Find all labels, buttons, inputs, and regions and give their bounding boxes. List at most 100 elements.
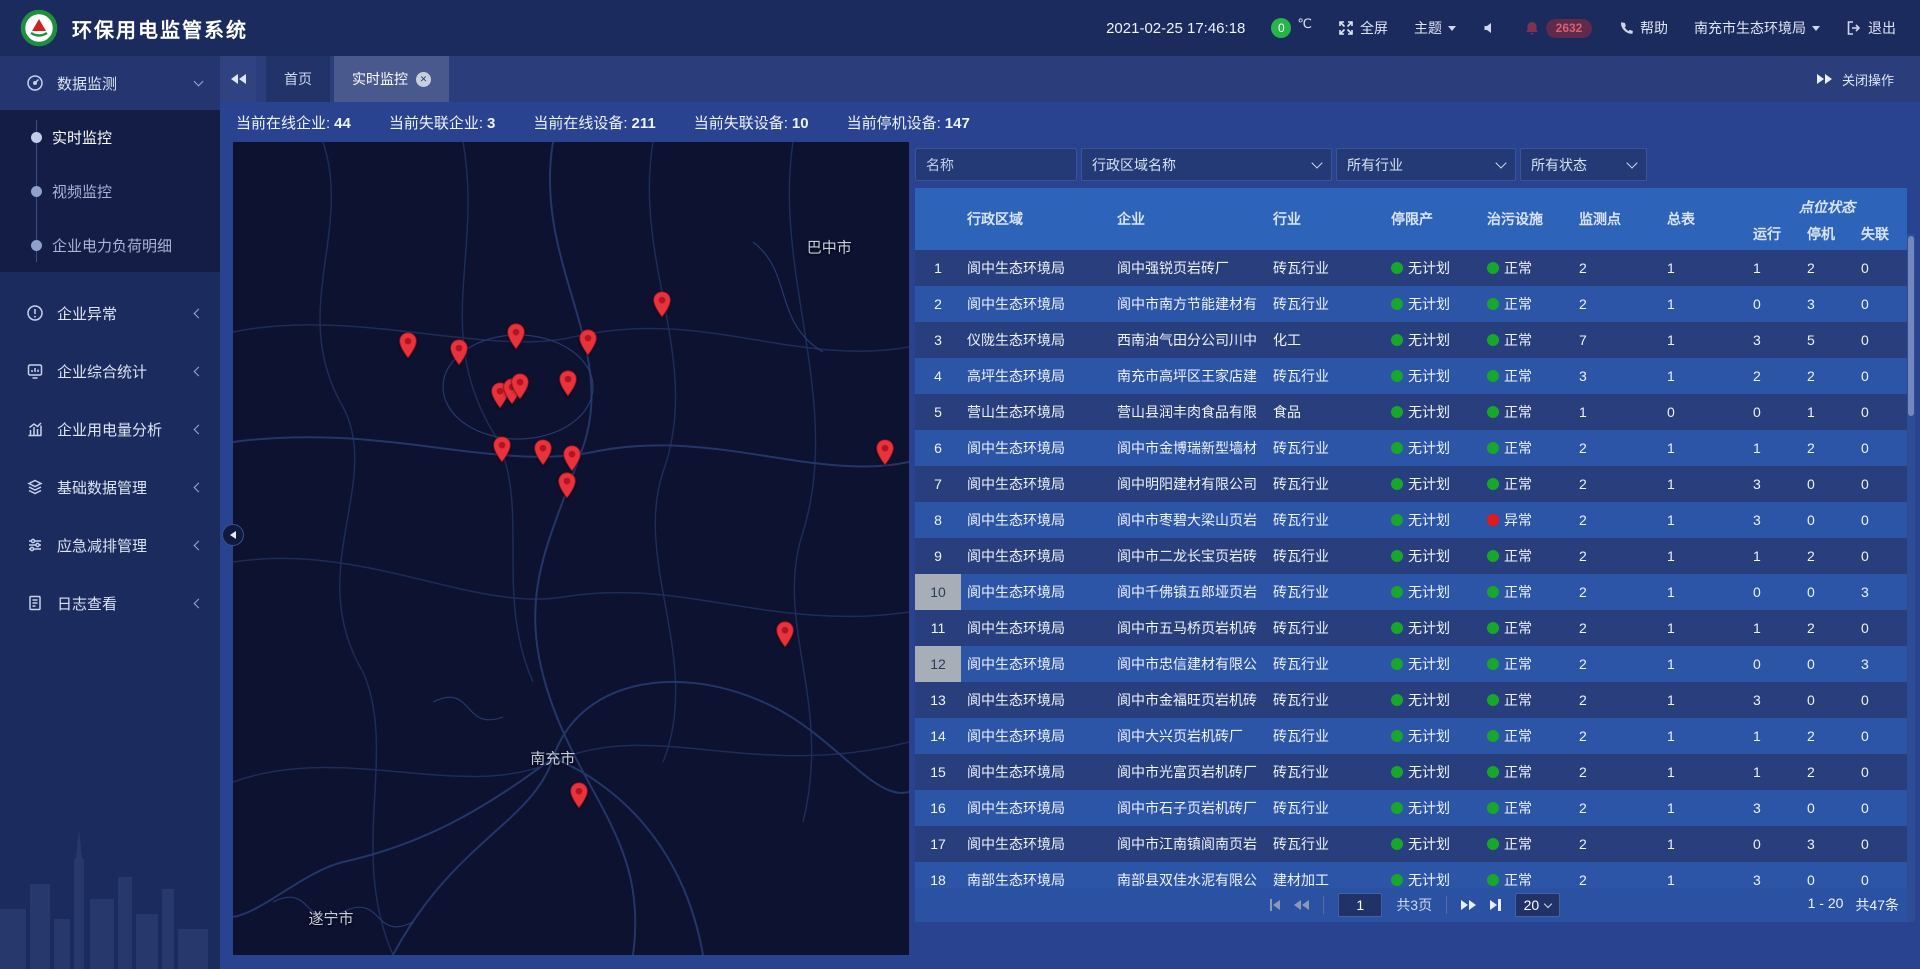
table-row[interactable]: 1 阆中生态环境局 阆中强锐页岩砖厂 砖瓦行业 无计划 正常 2 1 1 2 0 <box>915 250 1907 286</box>
table-header: 行政区域 企业 行业 停限产 治污设施 监测点 总表 点位状态 运行 停机 失联 <box>915 188 1907 250</box>
logout-icon <box>1846 20 1862 36</box>
cell-total-meters: 1 <box>1661 620 1747 636</box>
chevron-left-icon <box>194 482 204 492</box>
cell-limit-status: 无计划 <box>1385 330 1481 350</box>
map-pin[interactable] <box>562 445 581 472</box>
tab-realtime-monitoring[interactable]: 实时监控 ✕ <box>334 56 449 102</box>
tab-scroll-right-button[interactable] <box>1817 74 1832 84</box>
status-filter-select[interactable]: 所有状态 <box>1520 148 1647 181</box>
table-row[interactable]: 7 阆中生态环境局 阆中明阳建材有限公司 砖瓦行业 无计划 正常 2 1 3 0… <box>915 466 1907 502</box>
table-row[interactable]: 18 南部生态环境局 南部县双佳水泥有限公 建材加工 无计划 正常 2 1 3 … <box>915 862 1907 888</box>
previous-page-button[interactable] <box>1294 900 1309 910</box>
cell-region: 阆中生态环境局 <box>961 690 1111 710</box>
sidebar-item-enterprise-statistics[interactable]: 企业综合统计 <box>0 342 220 400</box>
cell-industry: 砖瓦行业 <box>1267 258 1385 278</box>
name-filter-input[interactable] <box>926 157 1066 173</box>
map-pin[interactable] <box>511 373 530 400</box>
map-pin[interactable] <box>559 370 578 397</box>
fullscreen-button[interactable]: 全屏 <box>1338 18 1388 38</box>
status-dot-icon <box>1391 658 1403 670</box>
sound-mute-button[interactable] <box>1482 20 1498 36</box>
close-tab-icon[interactable]: ✕ <box>416 72 431 87</box>
table-row[interactable]: 17 阆中生态环境局 阆中市江南镇阆南页岩 砖瓦行业 无计划 正常 2 1 0 … <box>915 826 1907 862</box>
cell-facility-status: 正常 <box>1481 762 1573 782</box>
last-page-button[interactable] <box>1490 899 1501 911</box>
map-pin[interactable] <box>534 439 553 466</box>
map-pin[interactable] <box>875 439 894 466</box>
cell-industry: 砖瓦行业 <box>1267 834 1385 854</box>
table-row[interactable]: 8 阆中生态环境局 阆中市枣碧大梁山页岩 砖瓦行业 无计划 异常 2 1 3 0… <box>915 502 1907 538</box>
panel-collapse-button[interactable] <box>222 524 244 546</box>
table-row[interactable]: 13 阆中生态环境局 阆中市金福旺页岩机砖 砖瓦行业 无计划 正常 2 1 3 … <box>915 682 1907 718</box>
cell-monitor-points: 3 <box>1573 368 1661 384</box>
map-pin[interactable] <box>578 329 597 356</box>
next-page-button[interactable] <box>1461 900 1476 910</box>
status-dot-icon <box>1391 514 1403 526</box>
table-scrollbar-thumb[interactable] <box>1908 236 1914 416</box>
cell-total-meters: 1 <box>1661 476 1747 492</box>
sidebar-item-basic-data-management[interactable]: 基础数据管理 <box>0 458 220 516</box>
table-row[interactable]: 11 阆中生态环境局 阆中市五马桥页岩机砖 砖瓦行业 无计划 正常 2 1 1 … <box>915 610 1907 646</box>
status-dot-icon <box>1487 442 1499 454</box>
sidebar-item-power-usage-analysis[interactable]: 企业用电量分析 <box>0 400 220 458</box>
theme-dropdown[interactable]: 主题 <box>1414 18 1456 38</box>
cell-total-meters: 1 <box>1661 440 1747 456</box>
region-filter-select[interactable]: 行政区域名称 <box>1081 148 1332 181</box>
industry-filter-select[interactable]: 所有行业 <box>1336 148 1516 181</box>
table-row[interactable]: 12 阆中生态环境局 阆中市忠信建材有限公 砖瓦行业 无计划 正常 2 1 0 … <box>915 646 1907 682</box>
sidebar-item-video-monitoring[interactable]: 视频监控 <box>0 164 220 218</box>
table-scrollbar-track[interactable] <box>1907 234 1915 922</box>
page-number-input[interactable] <box>1338 893 1382 917</box>
table-row[interactable]: 3 仪陇生态环境局 西南油气田分公司川中 化工 无计划 正常 7 1 3 5 0 <box>915 322 1907 358</box>
map-pin[interactable] <box>399 332 418 359</box>
table-row[interactable]: 10 阆中生态环境局 阆中千佛镇五郎垭页岩 砖瓦行业 无计划 正常 2 1 0 … <box>915 574 1907 610</box>
sidebar-item-realtime-monitoring[interactable]: 实时监控 <box>0 110 220 164</box>
table-row[interactable]: 4 高坪生态环境局 南充市高坪区王家店建 砖瓦行业 无计划 正常 3 1 2 2… <box>915 358 1907 394</box>
map-pin[interactable] <box>557 472 576 499</box>
cell-company: 阆中市石子页岩机砖厂 <box>1111 798 1267 818</box>
map-pin[interactable] <box>493 436 512 463</box>
cell-total-meters: 1 <box>1661 656 1747 672</box>
table-row[interactable]: 15 阆中生态环境局 阆中市光富页岩机砖厂 砖瓦行业 无计划 正常 2 1 1 … <box>915 754 1907 790</box>
status-dot-icon <box>1487 586 1499 598</box>
cell-lost-count: 0 <box>1855 404 1907 420</box>
cell-lost-count: 0 <box>1855 764 1907 780</box>
enterprise-table: 行政区域 企业 行业 停限产 治污设施 监测点 总表 点位状态 运行 停机 失联… <box>915 188 1915 922</box>
org-dropdown[interactable]: 南充市生态环境局 <box>1694 18 1820 38</box>
sidebar-item-enterprise-abnormal[interactable]: 企业异常 <box>0 284 220 342</box>
cell-region: 高坪生态环境局 <box>961 366 1111 386</box>
map-pin[interactable] <box>653 291 672 318</box>
map-pin[interactable] <box>507 323 526 350</box>
close-operations-button[interactable]: 关闭操作 <box>1842 70 1894 89</box>
sidebar-item-data-monitoring[interactable]: 数据监测 <box>0 56 220 110</box>
table-row[interactable]: 2 阆中生态环境局 阆中市南方节能建材有 砖瓦行业 无计划 正常 2 1 0 3… <box>915 286 1907 322</box>
map-pin[interactable] <box>449 339 468 366</box>
sidebar-item-log-view[interactable]: 日志查看 <box>0 574 220 632</box>
help-button[interactable]: 帮助 <box>1618 18 1668 38</box>
tab-scroll-left-button[interactable] <box>220 56 256 102</box>
name-filter-field[interactable] <box>915 148 1077 181</box>
first-page-button[interactable] <box>1270 899 1281 911</box>
cell-limit-status: 无计划 <box>1385 654 1481 674</box>
location-pin-icon <box>557 472 576 499</box>
table-row[interactable]: 16 阆中生态环境局 阆中市石子页岩机砖厂 砖瓦行业 无计划 正常 2 1 3 … <box>915 790 1907 826</box>
cell-industry: 砖瓦行业 <box>1267 654 1385 674</box>
map-canvas[interactable]: 巴中市南充市遂宁市 <box>233 142 909 955</box>
map-pin[interactable] <box>776 621 795 648</box>
sidebar-item-emergency-reduction[interactable]: 应急减排管理 <box>0 516 220 574</box>
tab-home[interactable]: 首页 <box>266 56 330 102</box>
logout-button[interactable]: 退出 <box>1846 18 1896 38</box>
cell-halt-count: 2 <box>1801 260 1855 276</box>
table-row[interactable]: 5 营山生态环境局 营山县润丰肉食品有限 食品 无计划 正常 1 0 0 1 0 <box>915 394 1907 430</box>
table-row[interactable]: 14 阆中生态环境局 阆中大兴页岩机砖厂 砖瓦行业 无计划 正常 2 1 1 2… <box>915 718 1907 754</box>
table-row[interactable]: 6 阆中生态环境局 阆中市金博瑞新型墙材 砖瓦行业 无计划 正常 2 1 1 2… <box>915 430 1907 466</box>
cell-lost-count: 3 <box>1855 656 1907 672</box>
table-row[interactable]: 9 阆中生态环境局 阆中市二龙长宝页岩砖 砖瓦行业 无计划 正常 2 1 1 2… <box>915 538 1907 574</box>
sidebar-item-power-load-detail[interactable]: 企业电力负荷明细 <box>0 218 220 272</box>
cell-run-count: 0 <box>1747 296 1801 312</box>
page-size-select[interactable]: 20 <box>1515 893 1561 917</box>
temperature-unit: ℃ <box>1297 16 1312 32</box>
map-pin[interactable] <box>570 782 589 809</box>
location-pin-icon <box>493 436 512 463</box>
notifications[interactable]: 2632 <box>1524 19 1592 38</box>
